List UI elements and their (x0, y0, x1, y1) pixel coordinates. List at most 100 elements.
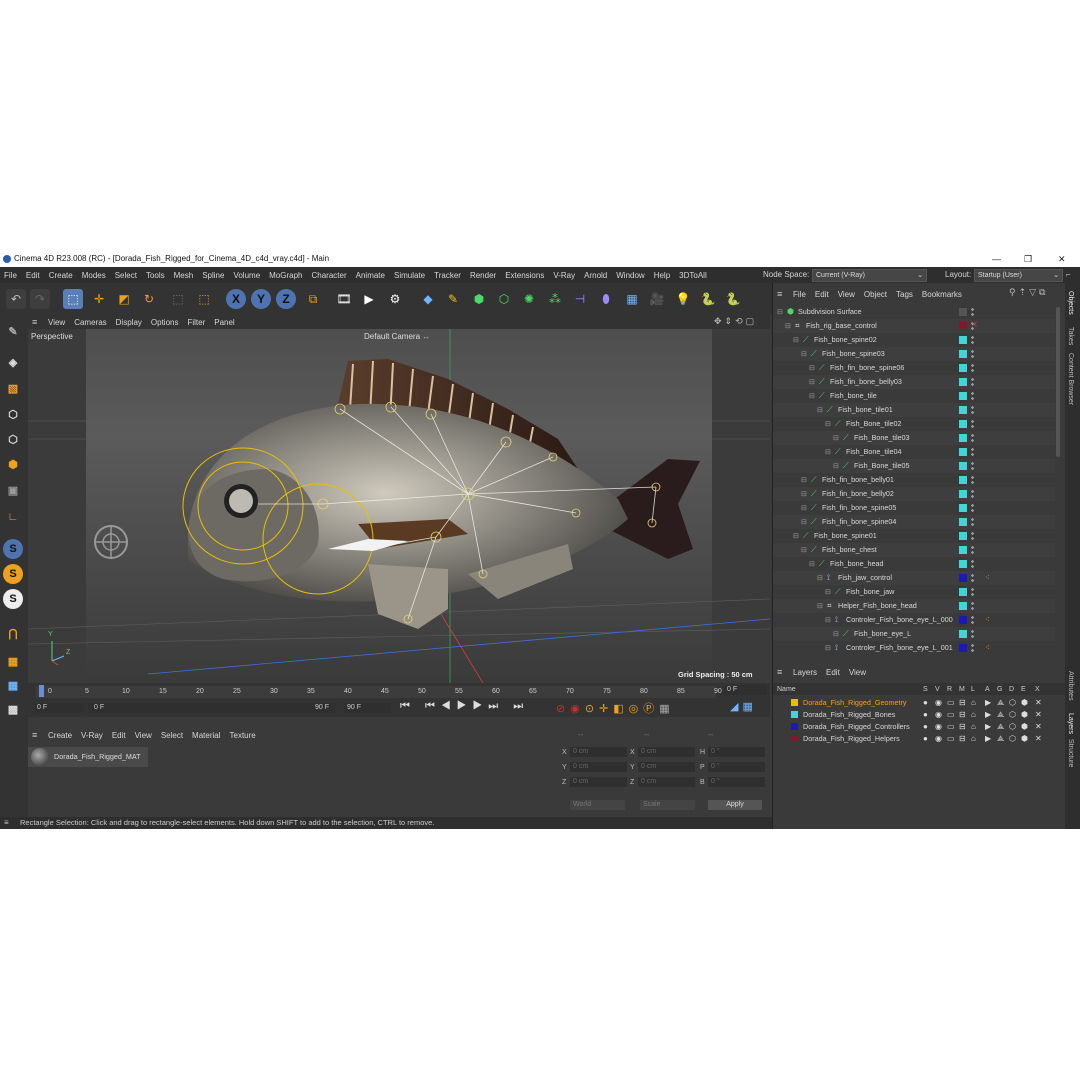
coord-value-field[interactable]: 0 cm (638, 762, 695, 772)
visibility-dots-icon[interactable] (971, 503, 974, 513)
layer-row[interactable]: Dorada_Fish_Rigged_Helpers ● ◉ ▭ ⊟ ⌂ ▶ ⟁ ⬡ ⬢ ✕ (773, 733, 1058, 745)
live-selection-icon[interactable]: ⬚ (63, 289, 83, 309)
z-axis-icon[interactable]: Z (276, 289, 296, 309)
menu-item-19[interactable]: Help (654, 271, 670, 280)
menu-item-1[interactable]: Edit (26, 271, 40, 280)
world-select[interactable]: World (570, 800, 625, 810)
mograph-icon[interactable]: ✺ (519, 289, 539, 309)
layer-color-swatch[interactable] (959, 462, 967, 470)
menu-item-10[interactable]: Character (312, 271, 347, 280)
extrude-icon[interactable]: ⬡ (494, 289, 514, 309)
object-menu-item-1[interactable]: Edit (815, 290, 829, 299)
object-row[interactable]: ⊟ ⟋ Fish_bone_chest (773, 543, 1055, 557)
layer-color-swatch[interactable] (959, 532, 967, 540)
check-icon[interactable]: ✕ (971, 320, 978, 329)
layer-row[interactable]: Dorada_Fish_Rigged_Geometry ● ◉ ▭ ⊟ ⌂ ▶ ⟁ ⬡ ⬢ ✕ (773, 697, 1058, 709)
model-mode-icon[interactable]: ◈ (3, 352, 23, 372)
playhead[interactable] (39, 685, 44, 697)
viewport-menu-item-0[interactable]: View (48, 318, 65, 327)
xref-icon[interactable]: ✕ (1035, 722, 1042, 731)
layer-color-swatch[interactable] (959, 364, 967, 372)
motion-icons[interactable]: ◢▦ (730, 700, 757, 713)
layer-color-swatch[interactable] (959, 350, 967, 358)
tag-icon[interactable]: ⁖ (985, 573, 990, 582)
menu-item-0[interactable]: File (4, 271, 17, 280)
layer-row[interactable]: Dorada_Fish_Rigged_Controllers ● ◉ ▭ ⊟ ⌂ ▶ ⟁ ⬡ ⬢ ✕ (773, 721, 1058, 733)
deformers-icon[interactable]: ⬡ (1009, 698, 1016, 707)
python-icon[interactable]: 🐍 (698, 289, 718, 309)
expand-icon[interactable]: ⊟ (785, 322, 791, 330)
layer-menu-item-0[interactable]: Layers (793, 668, 817, 677)
expand-icon[interactable]: ⊟ (817, 602, 823, 610)
floor-icon[interactable]: ▦ (622, 289, 642, 309)
cube-icon[interactable]: ◆ (418, 289, 438, 309)
layer-color-swatch[interactable] (959, 588, 967, 596)
generators-icon[interactable]: ⟁ (997, 722, 1004, 732)
snap-settings-icon[interactable]: S (3, 564, 23, 584)
object-row[interactable]: ⊟ ⟋ Fish_bone_tile01 (773, 403, 1055, 417)
pen-icon[interactable]: ✎ (443, 289, 463, 309)
object-row[interactable]: ⊟ ⟋ Fish_bone_spine01 (773, 529, 1055, 543)
object-row[interactable]: ⊟ ⌗ Helper_Fish_bone_head (773, 599, 1055, 613)
menu-item-20[interactable]: 3DToAll (679, 271, 707, 280)
lock-icon[interactable]: ⌂ (971, 698, 976, 707)
layer-color-swatch[interactable] (959, 644, 967, 652)
generators-icon[interactable]: ⟁ (997, 698, 1004, 708)
coord-value-field[interactable]: 0 cm (638, 777, 695, 787)
viewport-menu-item-1[interactable]: Cameras (74, 318, 106, 327)
keyframe-controls[interactable]: ⊘◉⊙✛◧◎Ⓟ▦ (556, 700, 675, 716)
perspective-viewport[interactable]: Perspective Default Camera ↔ Y Z Grid Sp… (28, 329, 770, 683)
generators-icon[interactable]: ⟁ (997, 710, 1004, 720)
solo-icon[interactable]: ● (923, 710, 928, 719)
generators-icon[interactable]: ⟁ (997, 734, 1004, 744)
object-menu-item-4[interactable]: Tags (896, 290, 913, 299)
layer-color-swatch[interactable] (791, 723, 798, 730)
visible-icon[interactable]: ◉ (935, 698, 942, 707)
layer-color-swatch[interactable] (959, 630, 967, 638)
object-row[interactable]: ⊟ ⟋ Fish_bone_jaw (773, 585, 1055, 599)
expand-icon[interactable]: ⊟ (825, 616, 831, 624)
menu-item-7[interactable]: Spline (202, 271, 224, 280)
menu-item-2[interactable]: Create (49, 271, 73, 280)
expand-icon[interactable]: ⊟ (817, 406, 823, 414)
visibility-dots-icon[interactable] (971, 419, 974, 429)
coord-value-field[interactable]: 0 cm (570, 762, 627, 772)
expand-icon[interactable]: ⊟ (833, 630, 839, 638)
layer-color-swatch[interactable] (959, 434, 967, 442)
locked-workplane-icon[interactable]: ▩ (3, 699, 23, 719)
coord-value-field[interactable]: 0 cm (638, 747, 695, 757)
xref-icon[interactable]: ✕ (1035, 698, 1042, 707)
menu-item-17[interactable]: Arnold (584, 271, 607, 280)
material-menu-item-4[interactable]: Select (161, 731, 183, 740)
object-row[interactable]: ⊟ ⟋ Fish_fin_bone_spine05 (773, 501, 1055, 515)
render-view-icon[interactable]: ▶ (359, 289, 379, 309)
light-icon[interactable]: 💡 (673, 289, 693, 309)
solo-icon[interactable]: ● (923, 722, 928, 731)
visibility-dots-icon[interactable] (971, 405, 974, 415)
expand-icon[interactable]: ⊟ (825, 420, 831, 428)
layer-color-swatch[interactable] (959, 336, 967, 344)
menu-item-18[interactable]: Window (616, 271, 644, 280)
manager-icon[interactable]: ⊟ (959, 734, 966, 743)
object-row[interactable]: ⊟ ⌗ Fish_rig_base_control ✕ (773, 319, 1055, 333)
texture-mode-icon[interactable]: ▧ (3, 378, 23, 398)
object-menu-item-0[interactable]: File (793, 290, 806, 299)
object-row[interactable]: ⊟ ⟋ Fish_bone_eye_L (773, 627, 1055, 641)
material-item[interactable]: Dorada_Fish_Rigged_MAT (28, 747, 148, 767)
material-menu-item-0[interactable]: Create (48, 731, 72, 740)
object-row[interactable]: ⊟ ⟋ Fish_Bone_tile02 (773, 417, 1055, 431)
expand-icon[interactable]: ⊟ (793, 532, 799, 540)
coord-value-field[interactable]: 0 ° (708, 762, 765, 772)
layer-color-swatch[interactable] (959, 504, 967, 512)
expand-icon[interactable]: ⊟ (801, 476, 807, 484)
layer-menu-item-2[interactable]: View (849, 668, 866, 677)
menu-item-8[interactable]: Volume (233, 271, 260, 280)
coord-value-field[interactable]: 0 ° (708, 747, 765, 757)
layer-color-swatch[interactable] (959, 392, 967, 400)
expressions-icon[interactable]: ⬢ (1021, 710, 1028, 719)
menu-item-3[interactable]: Modes (82, 271, 106, 280)
expand-icon[interactable]: ⊟ (801, 504, 807, 512)
object-row[interactable]: ⊟ ⟟ Controler_Fish_bone_eye_L_000 ⁖ (773, 613, 1055, 627)
visibility-dots-icon[interactable] (971, 531, 974, 541)
start-frame-field[interactable]: 0 F (34, 703, 83, 713)
